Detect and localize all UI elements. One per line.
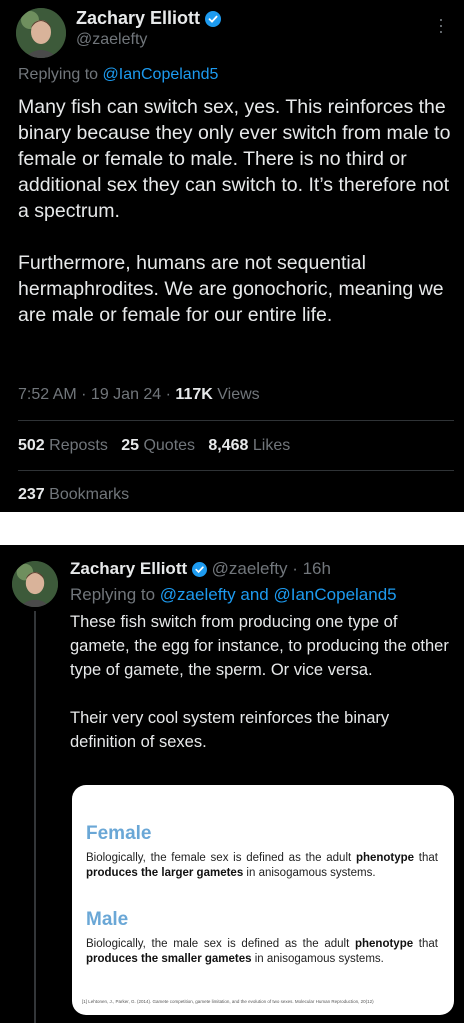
verified-badge-icon — [191, 562, 207, 578]
bookmarks-label: Bookmarks — [49, 486, 130, 503]
replying-to: Replying to @IanCopeland5 — [18, 66, 218, 84]
avatar[interactable] — [12, 561, 58, 607]
author-name[interactable]: Zachary Elliott — [70, 559, 187, 578]
thread-line — [34, 611, 36, 1023]
reply-header: Zachary Elliott @zaelefty · 16h — [70, 559, 331, 578]
reply-mention-link[interactable]: @IanCopeland5 — [103, 66, 219, 83]
tweet-detail-panel: Zachary Elliott @zaelefty · · · Replying t… — [0, 0, 464, 512]
replying-label: Replying to — [70, 585, 156, 604]
female-heading: Female — [86, 823, 152, 844]
avatar[interactable] — [16, 8, 66, 58]
tweet-image[interactable]: Female Biologically, the female sex is d… — [72, 785, 454, 1015]
tweet-text: Many fish can switch sex, yes. This rein… — [18, 94, 454, 328]
author-handle[interactable]: @zaelefty — [76, 31, 147, 49]
likes-stat[interactable]: 8,468 Likes — [208, 437, 290, 454]
views-label: Views — [217, 386, 260, 403]
tweet-paragraph-2: Their very cool system reinforces the bi… — [70, 709, 390, 751]
replying-to: Replying to @zaelefty and @IanCopeland5 — [70, 585, 397, 605]
reply-tweet-panel: Zachary Elliott @zaelefty · 16h Replying… — [0, 545, 464, 1023]
tweet-time[interactable]: 7:52 AM — [18, 386, 77, 403]
tweet-date[interactable]: 19 Jan 24 — [91, 386, 161, 403]
divider — [18, 420, 454, 421]
divider — [18, 470, 454, 471]
reply-mention-link[interactable]: @zaelefty — [160, 585, 236, 604]
tweet-paragraph-1: Many fish can switch sex, yes. This rein… — [18, 96, 451, 222]
reference-citation: [1] Lehtonen, J., Parker, G. (2014). Gam… — [82, 999, 374, 1004]
tweet-meta: 7:52 AM · 19 Jan 24 · 117K Views — [18, 386, 260, 403]
reply-mention-link[interactable]: @IanCopeland5 — [274, 585, 397, 604]
replying-label: Replying to — [18, 66, 99, 83]
male-definition: Biologically, the male sex is defined as… — [86, 938, 438, 965]
male-heading: Male — [86, 909, 129, 930]
verified-badge-icon — [205, 11, 222, 28]
reposts-count: 502 — [18, 437, 45, 454]
author-name-row: Zachary Elliott — [76, 8, 222, 29]
quotes-count: 25 — [121, 437, 139, 454]
bookmarks-stat[interactable]: 237 Bookmarks — [18, 486, 129, 504]
quotes-label: Quotes — [143, 437, 196, 454]
more-options-icon[interactable]: · · · — [438, 10, 444, 40]
tweet-paragraph-1: These fish switch from producing one typ… — [70, 613, 449, 679]
views-count: 117K — [175, 386, 213, 403]
reposts-stat[interactable]: 502 Reposts — [18, 437, 108, 454]
tweet-age[interactable]: 16h — [303, 559, 331, 578]
likes-count: 8,468 — [208, 437, 249, 454]
tweet-text: These fish switch from producing one typ… — [70, 610, 458, 754]
engagement-stats: 502 Reposts 25 Quotes 8,468 Likes — [18, 437, 290, 455]
bookmarks-count: 237 — [18, 486, 45, 503]
tweet-paragraph-2: Furthermore, humans are not sequential h… — [18, 252, 444, 326]
author-name[interactable]: Zachary Elliott — [76, 8, 200, 28]
likes-label: Likes — [252, 437, 291, 454]
author-handle[interactable]: @zaelefty — [212, 559, 288, 578]
reposts-label: Reposts — [49, 437, 108, 454]
replying-and: and — [240, 585, 269, 604]
female-definition: Biologically, the female sex is defined … — [86, 852, 438, 879]
quotes-stat[interactable]: 25 Quotes — [121, 437, 195, 454]
